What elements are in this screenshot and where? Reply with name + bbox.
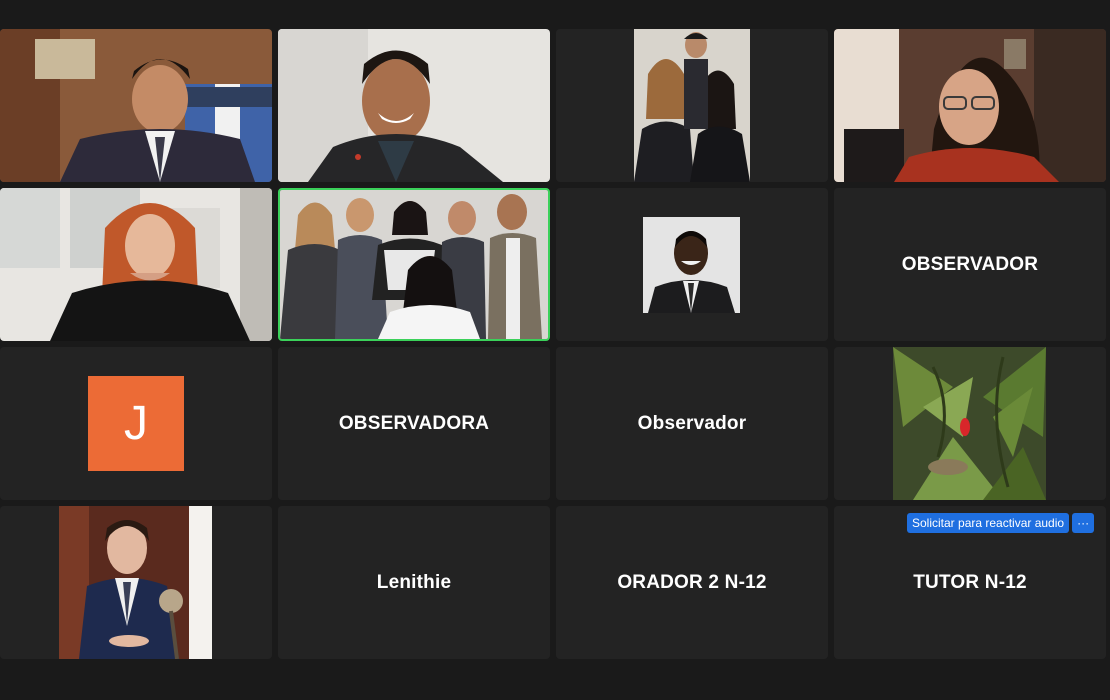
participant-name: TUTOR N-12 <box>913 571 1027 593</box>
participant-video <box>643 217 740 313</box>
participant-video <box>59 506 212 659</box>
participant-video <box>0 29 272 182</box>
participant-video <box>834 29 1106 182</box>
participant-tile[interactable] <box>834 29 1106 182</box>
participant-video <box>0 188 272 341</box>
participant-name: Observador <box>637 412 747 434</box>
participant-tile[interactable] <box>278 29 550 182</box>
participant-tile[interactable]: OBSERVADOR <box>834 188 1106 341</box>
participant-video <box>893 347 1046 500</box>
participant-tile[interactable] <box>834 347 1106 500</box>
participant-name: Lenithie <box>376 571 452 593</box>
participant-name: ORADOR 2 N-12 <box>617 571 767 593</box>
more-options-button[interactable]: ··· <box>1072 513 1095 533</box>
participant-tile[interactable]: ORADOR 2 N-12 <box>556 506 828 659</box>
gallery-view: OBSERVADOR J OBSERVADORA Observador Leni… <box>0 29 1110 660</box>
participant-tile-active-speaker[interactable] <box>278 188 550 341</box>
participant-tile[interactable]: OBSERVADORA <box>278 347 550 500</box>
participant-name: OBSERVADOR <box>901 253 1039 275</box>
participant-tile[interactable] <box>0 506 272 659</box>
participant-tile[interactable]: Observador <box>556 347 828 500</box>
participant-tile[interactable] <box>556 29 828 182</box>
participant-video <box>278 29 550 182</box>
participant-name: OBSERVADORA <box>338 412 490 434</box>
unmute-request-bar: Solicitar para reactivar audio ··· <box>907 513 1095 533</box>
avatar: J <box>88 376 184 471</box>
participant-tile[interactable] <box>556 188 828 341</box>
participant-video <box>634 29 750 182</box>
participant-tile[interactable] <box>0 188 272 341</box>
request-unmute-button[interactable]: Solicitar para reactivar audio <box>907 513 1070 533</box>
participant-tile[interactable]: Lenithie <box>278 506 550 659</box>
participant-video <box>280 190 548 339</box>
participant-tile[interactable]: J <box>0 347 272 500</box>
participant-tile[interactable] <box>0 29 272 182</box>
